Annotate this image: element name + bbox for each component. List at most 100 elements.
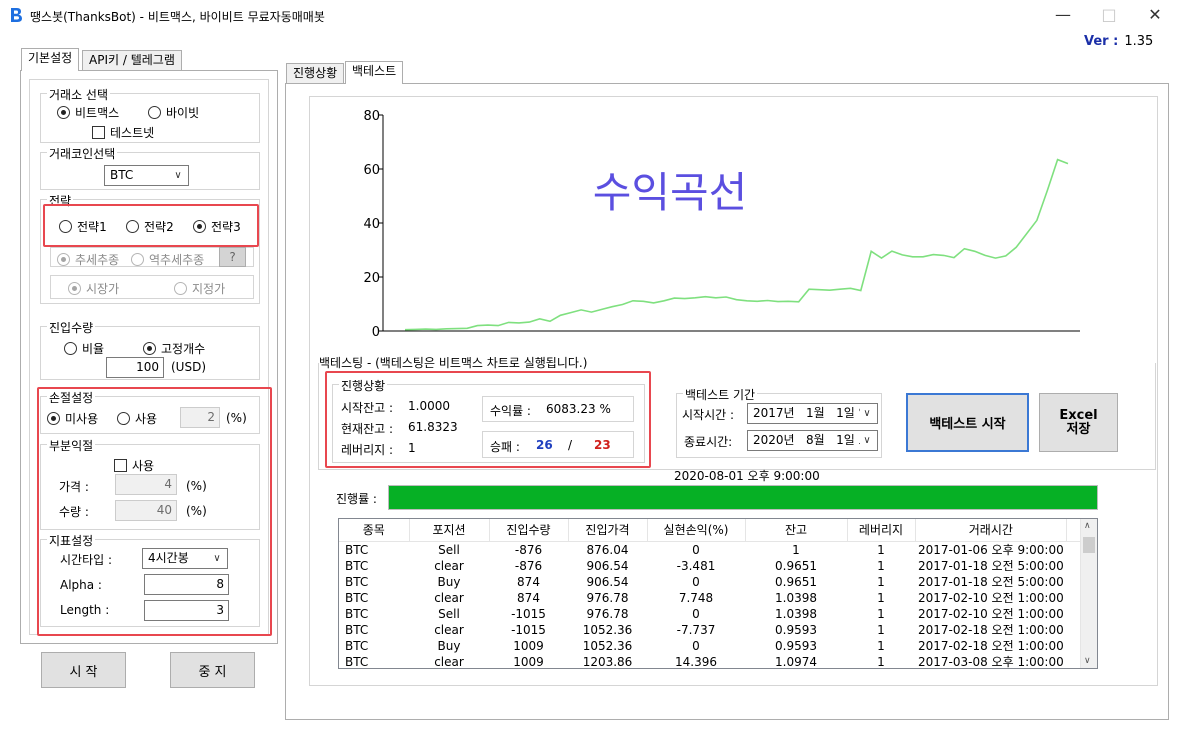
- column-header[interactable]: 진입수량: [489, 519, 569, 542]
- table-cell: clear: [434, 590, 464, 605]
- tab-backtest[interactable]: 백테스트: [345, 61, 404, 84]
- table-cell: 2017-01-18 오전 5:00:00: [918, 558, 1064, 573]
- checkbox-icon: [92, 126, 105, 139]
- maximize-button[interactable]: □: [1086, 0, 1132, 30]
- table-row[interactable]: BTC Buy 1009 1052.36 0 0.9593 1 2017-02-18 오전 1…: [339, 638, 1083, 654]
- progress-bar: [388, 485, 1098, 510]
- start-button[interactable]: 시 작: [41, 652, 126, 688]
- stop-button[interactable]: 중 지: [170, 652, 255, 688]
- y-axis-tick-label: 0: [372, 325, 380, 340]
- testnet-checkbox[interactable]: 테스트넷: [92, 124, 154, 141]
- y-axis-tick-label: 60: [363, 163, 380, 178]
- column-header[interactable]: 실현손익(%): [647, 519, 746, 542]
- market-order-radio[interactable]: 시장가: [68, 280, 119, 297]
- scrollbar-thumb[interactable]: [1083, 537, 1095, 553]
- column-header[interactable]: 포지션: [409, 519, 490, 542]
- coin-select-value: BTC: [110, 168, 134, 182]
- radio-unselected-icon: [64, 342, 77, 355]
- excel-export-button[interactable]: Excel 저장: [1039, 393, 1118, 452]
- exchange-bitmex-radio[interactable]: 비트맥스: [57, 104, 119, 121]
- table-cell: 1.0974: [775, 654, 817, 669]
- chart-axes: 0 20 40 60 80: [363, 109, 1080, 340]
- tab-progress[interactable]: 진행상황: [286, 63, 345, 84]
- table-cell: 1009: [513, 654, 544, 669]
- radio-selected-icon: [57, 253, 70, 266]
- exchange-bybit-label: 바이빗: [166, 106, 200, 120]
- limit-order-label: 지정가: [192, 282, 226, 296]
- table-scrollbar[interactable]: ∧ ∨: [1080, 519, 1097, 668]
- scroll-up-icon[interactable]: ∧: [1084, 521, 1091, 531]
- table-cell: 0.9593: [775, 622, 817, 637]
- table-cell: BTC: [345, 638, 369, 653]
- excel-export-label-line1: Excel: [1059, 407, 1098, 423]
- table-cell: 0.9651: [775, 574, 817, 589]
- start-backtest-button[interactable]: 백테스트 시작: [906, 393, 1029, 452]
- table-cell: 1.0398: [775, 606, 817, 621]
- table-cell: 976.78: [586, 590, 629, 605]
- table-cell: 7.748: [678, 590, 714, 605]
- table-cell: -876: [514, 558, 543, 573]
- market-order-label: 시장가: [86, 282, 120, 296]
- highlight-box-backtest-status: [325, 371, 651, 468]
- table-row[interactable]: BTC Sell -876 876.04 0 1 1 2017-01-06 오후 9:00:0…: [339, 541, 1083, 558]
- column-header[interactable]: 거래시간: [915, 519, 1068, 542]
- table-cell: -876: [514, 542, 543, 557]
- chart-title: 수익곡선: [593, 168, 748, 217]
- table-cell: 0.9593: [775, 638, 817, 653]
- minimize-button[interactable]: —: [1040, 0, 1086, 30]
- excel-export-label-line2: 저장: [1066, 421, 1091, 437]
- tab-api-telegram[interactable]: API키 / 텔레그램: [82, 50, 182, 71]
- y-axis-tick-label: 80: [363, 109, 380, 124]
- version-label: Ver : 1.35: [1084, 34, 1153, 49]
- column-header[interactable]: 레버리지: [847, 519, 916, 542]
- exchange-bybit-radio[interactable]: 바이빗: [148, 104, 199, 121]
- table-cell: clear: [434, 654, 464, 669]
- window-title: 땡스봇(ThanksBot) - 비트맥스, 바이비트 무료자동매매봇: [30, 10, 325, 24]
- table-cell: BTC: [345, 654, 369, 669]
- entry-fixed-radio[interactable]: 고정개수: [143, 340, 205, 357]
- radio-selected-icon: [57, 106, 70, 119]
- table-row[interactable]: BTC Sell -1015 976.78 0 1.0398 1 2017-02-10 오전 …: [339, 606, 1083, 622]
- chevron-down-icon: ∨: [860, 404, 874, 423]
- table-row[interactable]: BTC clear -876 906.54 -3.481 0.9651 1 2017-01-1…: [339, 558, 1083, 574]
- table-cell: BTC: [345, 574, 369, 589]
- limit-order-radio[interactable]: 지정가: [174, 280, 225, 297]
- table-cell: 1052.36: [582, 622, 633, 637]
- trade-history-table[interactable]: 종목 포지션 진입수량 진입가격 실현손익(%) 잔고 레버리지 거래시간 BT…: [338, 518, 1098, 669]
- minimize-icon: —: [1055, 5, 1071, 24]
- entry-fixed-label: 고정개수: [161, 342, 206, 356]
- table-cell: 1052.36: [582, 638, 633, 653]
- coin-select[interactable]: BTC ∨: [104, 165, 189, 186]
- table-cell: Buy: [437, 574, 461, 589]
- table-cell: 1: [877, 638, 885, 653]
- equity-curve-chart: 0 20 40 60 80 수익곡선: [363, 109, 1080, 340]
- table-cell: 0: [692, 542, 700, 557]
- start-time-picker[interactable]: 2017년 1월 1일 일. ∨: [747, 403, 878, 424]
- table-row[interactable]: BTC clear 1009 1203.86 14.396 1.0974 1 2017-03-…: [339, 654, 1083, 669]
- table-cell: 1: [877, 622, 885, 637]
- tab-basic-settings[interactable]: 기본설정: [21, 48, 80, 71]
- radio-unselected-icon: [148, 106, 161, 119]
- trend-follow-radio[interactable]: 추세추종: [57, 251, 119, 268]
- entry-ratio-radio[interactable]: 비율: [64, 340, 104, 357]
- entry-ratio-label: 비율: [82, 342, 105, 356]
- column-header[interactable]: 잔고: [745, 519, 848, 542]
- table-cell: 1: [877, 590, 885, 605]
- column-header[interactable]: 진입가격: [568, 519, 648, 542]
- table-cell: -1015: [511, 606, 546, 621]
- table-cell: 2017-02-18 오전 1:00:00: [918, 638, 1064, 653]
- entry-qty-unit: (USD): [171, 360, 207, 374]
- table-cell: BTC: [345, 542, 369, 557]
- end-time-picker[interactable]: 2020년 8월 1일 토. ∨: [747, 430, 878, 451]
- thanksbot-logo-icon: [11, 8, 22, 22]
- table-row[interactable]: BTC Buy 874 906.54 0 0.9651 1 2017-01-18 오전 5:0…: [339, 574, 1083, 590]
- entry-qty-input[interactable]: 100: [106, 357, 164, 378]
- counter-trend-radio[interactable]: 역추세추종: [131, 251, 204, 268]
- table-row[interactable]: BTC clear -1015 1052.36 -7.737 0.9593 1 2017-02…: [339, 622, 1083, 638]
- scroll-down-icon[interactable]: ∨: [1084, 656, 1091, 666]
- table-row[interactable]: BTC clear 874 976.78 7.748 1.0398 1 2017-02-10 …: [339, 590, 1083, 606]
- strategy-help-button[interactable]: ?: [219, 247, 246, 267]
- column-header[interactable]: 종목: [339, 519, 410, 542]
- close-button[interactable]: ✕: [1132, 0, 1178, 30]
- table-cell: 874: [517, 574, 540, 589]
